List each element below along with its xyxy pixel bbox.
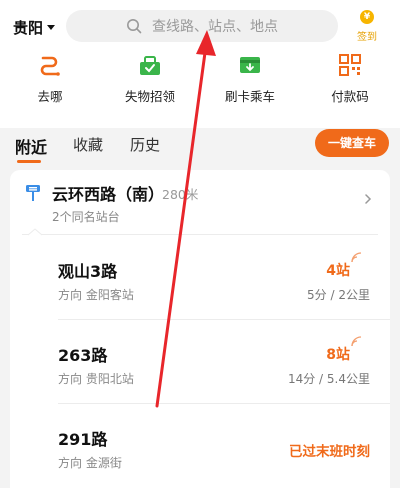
stops-away: 8站 <box>326 347 350 363</box>
shortcut-label: 刷卡乘车 <box>224 89 275 104</box>
route-direction: 方向 金阳客站 <box>58 288 134 302</box>
tab-nearby[interactable]: 附近 <box>15 134 47 158</box>
stop-distance: 280米 <box>162 187 199 202</box>
card-notch <box>28 228 42 236</box>
route-eta: 5分 / 2公里 <box>307 288 370 302</box>
route-name: 291路 <box>58 430 108 449</box>
shortcut-bar: 去哪 失物招领 刷卡乘车 付款码 <box>0 52 400 108</box>
app-header: 贵阳 查线路、站点、地点 ¥ 签到 去哪 失物招领 刷卡乘车 付款码 <box>0 0 400 128</box>
route-row[interactable]: 观山3路 方向 金阳客站 4站 5分 / 2公里 <box>10 236 390 320</box>
coin-icon: ¥ <box>360 10 374 24</box>
route-name: 观山3路 <box>58 262 118 281</box>
route-direction: 方向 贵阳北站 <box>58 372 134 386</box>
divider <box>22 234 378 235</box>
realtime-signal-icon <box>351 336 362 347</box>
chevron-right-icon <box>365 194 372 204</box>
active-tab-indicator <box>17 160 41 163</box>
lost-found-icon <box>140 56 160 75</box>
city-selector[interactable]: 贵阳 <box>13 15 56 39</box>
city-label: 贵阳 <box>13 18 44 37</box>
nearby-stop-card: 云环西路（南） 280米 2个同名站台 观山3路 方向 金阳客站 4站 5分 /… <box>10 170 390 488</box>
shortcut-pay-code[interactable]: 付款码 <box>300 52 400 108</box>
route-direction: 方向 金源街 <box>58 456 122 470</box>
shortcut-go[interactable]: 去哪 <box>0 52 100 108</box>
stop-subtitle: 2个同名站台 <box>52 210 120 224</box>
card-ride-icon <box>240 57 260 73</box>
route-name: 263路 <box>58 346 108 365</box>
service-ended-status: 已过末班时刻 <box>289 444 370 460</box>
search-input[interactable]: 查线路、站点、地点 <box>66 10 338 42</box>
route-row[interactable]: 291路 方向 金源街 已过末班时刻 <box>10 404 390 488</box>
route-row[interactable]: 263路 方向 贵阳北站 8站 14分 / 5.4公里 <box>10 320 390 404</box>
search-placeholder: 查线路、站点、地点 <box>152 19 278 35</box>
checkin-label: 签到 <box>357 32 377 43</box>
shortcut-label: 去哪 <box>37 89 63 104</box>
shortcut-label: 失物招领 <box>124 89 175 104</box>
shortcut-label: 付款码 <box>331 89 369 104</box>
route-icon <box>40 56 60 76</box>
tab-favorites[interactable]: 收藏 <box>73 134 103 155</box>
search-icon <box>127 19 142 34</box>
stop-name: 云环西路（南） <box>52 185 165 204</box>
shortcut-lost-found[interactable]: 失物招领 <box>100 52 200 108</box>
stops-away: 4站 <box>326 263 350 279</box>
bus-stop-icon <box>26 185 40 201</box>
checkin-button[interactable]: ¥ 签到 <box>350 10 384 44</box>
qr-code-icon <box>339 54 361 76</box>
tab-history[interactable]: 历史 <box>130 134 160 155</box>
route-eta: 14分 / 5.4公里 <box>287 372 370 386</box>
one-click-query-button[interactable]: 一键查车 <box>315 129 389 157</box>
shortcut-card-ride[interactable]: 刷卡乘车 <box>200 52 300 108</box>
realtime-signal-icon <box>351 252 362 263</box>
caret-down-icon <box>47 24 56 30</box>
